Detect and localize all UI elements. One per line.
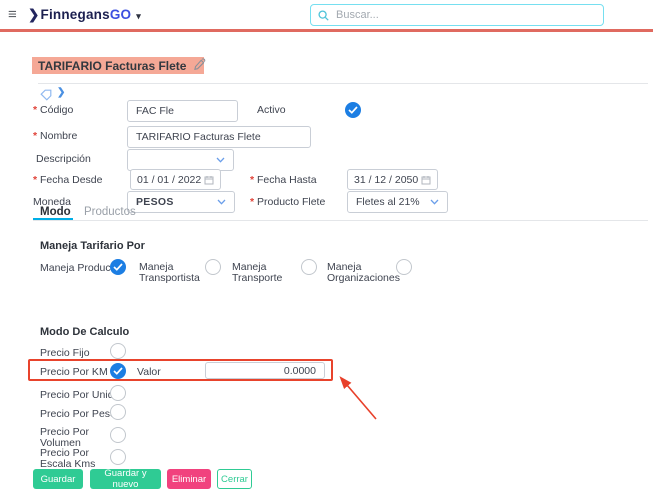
maneja-transporte-label: Maneja Transporte bbox=[232, 262, 294, 284]
fecha-desde-value: 01 / 01 / 2022 bbox=[137, 174, 201, 186]
tabs-divider bbox=[33, 220, 648, 221]
chevron-right-icon[interactable]: ❯ bbox=[57, 87, 65, 98]
maneja-transportista-label: Maneja Transportista bbox=[139, 262, 201, 284]
check-icon bbox=[113, 367, 123, 375]
descripcion-label: Descripción bbox=[36, 153, 91, 165]
precio-por-peso-radio[interactable] bbox=[110, 404, 126, 420]
nombre-label: Nombre bbox=[33, 130, 77, 142]
fecha-hasta-input[interactable]: 31 / 12 / 2050 bbox=[347, 169, 438, 190]
fecha-hasta-label: Fecha Hasta bbox=[250, 174, 317, 186]
global-search[interactable] bbox=[310, 4, 604, 26]
precio-fijo-label: Precio Fijo bbox=[40, 347, 90, 359]
precio-por-volumen-label: Precio Por Volumen bbox=[40, 427, 100, 449]
activo-checkbox[interactable] bbox=[345, 102, 361, 118]
logo-suffix-text: GO bbox=[110, 7, 131, 22]
chevron-down-icon[interactable]: ▾ bbox=[136, 11, 141, 21]
maneja-organizaciones-label: Maneja Organizaciones bbox=[327, 262, 399, 284]
top-header: ≡ ❯FinnegansGO ▾ bbox=[0, 0, 653, 30]
precio-por-unidad-radio[interactable] bbox=[110, 385, 126, 401]
guardar-button[interactable]: Guardar bbox=[33, 469, 83, 489]
annotation-arrow bbox=[320, 363, 392, 429]
precio-por-peso-label: Precio Por Peso bbox=[40, 408, 116, 420]
nombre-input[interactable] bbox=[127, 126, 311, 148]
producto-flete-label: Producto Flete bbox=[250, 196, 325, 208]
precio-por-escala-kms-label: Precio Por Escala Kms bbox=[40, 448, 118, 470]
maneja-transporte-radio[interactable] bbox=[301, 259, 317, 275]
title-divider bbox=[38, 83, 648, 84]
edit-icon[interactable] bbox=[193, 58, 206, 76]
codigo-input[interactable] bbox=[127, 100, 238, 122]
producto-flete-select[interactable]: Fletes al 21% bbox=[347, 191, 448, 213]
moneda-select[interactable]: PESOS bbox=[127, 191, 235, 213]
check-icon bbox=[113, 263, 123, 271]
maneja-transportista-radio[interactable] bbox=[205, 259, 221, 275]
logo-brand-text: Finnegans bbox=[41, 7, 110, 22]
precio-por-escala-kms-radio[interactable] bbox=[110, 449, 126, 465]
fecha-desde-input[interactable]: 01 / 01 / 2022 bbox=[130, 169, 221, 190]
precio-por-km-label: Precio Por KM bbox=[40, 366, 108, 378]
check-icon bbox=[348, 106, 358, 114]
chevron-down-icon bbox=[217, 199, 226, 205]
chevron-down-icon bbox=[430, 199, 439, 205]
fecha-hasta-value: 31 / 12 / 2050 bbox=[354, 174, 418, 186]
search-input[interactable] bbox=[334, 8, 603, 22]
search-icon bbox=[318, 10, 329, 21]
maneja-section-title: Maneja Tarifario Por bbox=[40, 240, 145, 252]
app-window: ≡ ❯FinnegansGO▾ TARIFARIO Facturas Flete… bbox=[0, 0, 653, 500]
valor-input[interactable] bbox=[205, 362, 325, 379]
logo-chevron-icon: ❯ bbox=[28, 7, 40, 22]
eliminar-button[interactable]: Eliminar bbox=[167, 469, 211, 489]
fecha-desde-label: Fecha Desde bbox=[33, 174, 102, 186]
maneja-organizaciones-radio[interactable] bbox=[396, 259, 412, 275]
cerrar-button[interactable]: Cerrar bbox=[217, 469, 252, 489]
maneja-productos-radio[interactable] bbox=[110, 259, 126, 275]
moneda-select-value: PESOS bbox=[136, 196, 174, 208]
producto-flete-select-value: Fletes al 21% bbox=[356, 196, 420, 208]
guardar-y-nuevo-button[interactable]: Guardar y nuevo bbox=[90, 469, 161, 489]
modo-calculo-section-title: Modo De Calculo bbox=[40, 326, 129, 338]
precio-por-volumen-radio[interactable] bbox=[110, 427, 126, 443]
page-title: TARIFARIO Facturas Flete bbox=[38, 59, 186, 73]
tab-modo[interactable]: Modo bbox=[40, 206, 71, 218]
precio-por-km-radio[interactable] bbox=[110, 363, 126, 379]
codigo-label: Código bbox=[33, 104, 73, 116]
calendar-icon bbox=[204, 175, 214, 185]
descripcion-select[interactable] bbox=[127, 149, 234, 171]
valor-label: Valor bbox=[137, 366, 161, 378]
calendar-icon bbox=[421, 175, 431, 185]
precio-fijo-radio[interactable] bbox=[110, 343, 126, 359]
annotation-header-underline bbox=[0, 29, 653, 32]
chevron-down-icon bbox=[216, 157, 225, 163]
hamburger-menu-icon[interactable]: ≡ bbox=[8, 6, 17, 23]
brand-logo[interactable]: ❯FinnegansGO ▾ bbox=[28, 7, 141, 23]
tab-productos[interactable]: Productos bbox=[84, 206, 136, 218]
activo-label: Activo bbox=[257, 104, 286, 116]
